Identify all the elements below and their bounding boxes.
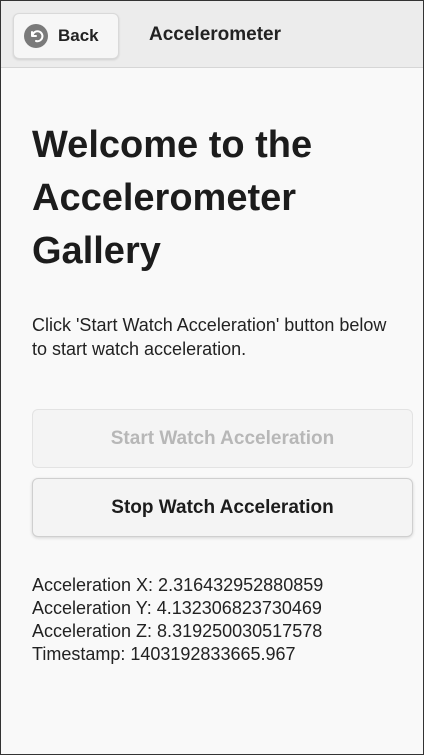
back-button[interactable]: Back	[13, 13, 119, 59]
header-bar: Back Accelerometer	[1, 1, 423, 68]
acceleration-readouts: Acceleration X: 2.316432952880859 Accele…	[32, 574, 417, 666]
back-arrow-icon	[24, 24, 48, 48]
instructions-text: Click 'Start Watch Acceleration' button …	[32, 315, 387, 359]
header-title: Accelerometer	[149, 24, 282, 45]
timestamp-readout: Timestamp: 1403192833665.967	[32, 644, 296, 664]
acceleration-z-readout: Acceleration Z: 8.319250030517578	[32, 621, 323, 641]
back-label: Back	[58, 26, 99, 45]
acceleration-y-readout: Acceleration Y: 4.132306823730469	[32, 598, 322, 618]
stop-watch-acceleration-button[interactable]: Stop Watch Acceleration	[32, 478, 413, 537]
app-screen: Back Accelerometer Welcome to the Accele…	[0, 0, 424, 755]
page-title: Welcome to the Accelerometer Gallery	[32, 124, 313, 272]
start-watch-acceleration-button[interactable]: Start Watch Acceleration	[32, 409, 413, 468]
acceleration-x-readout: Acceleration X: 2.316432952880859	[32, 575, 324, 595]
